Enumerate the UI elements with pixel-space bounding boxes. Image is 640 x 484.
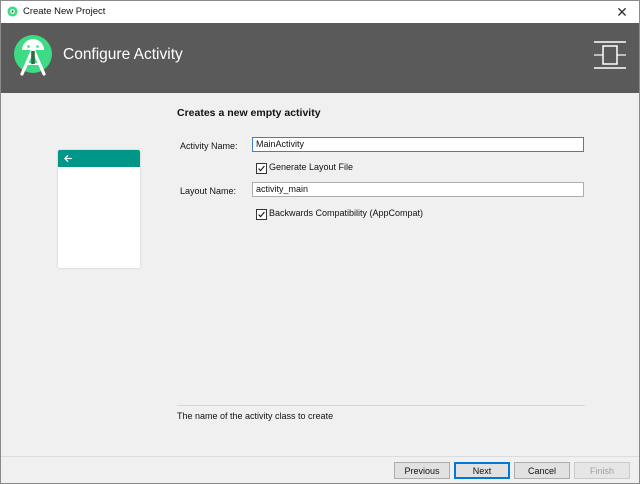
device-layout-icon	[594, 41, 626, 69]
cancel-button[interactable]: Cancel	[514, 462, 570, 479]
content-area: Creates a new empty activity Activity Na…	[1, 93, 639, 456]
finish-button[interactable]: Finish	[574, 462, 630, 479]
next-button[interactable]: Next	[454, 462, 510, 479]
window-title: Create New Project	[23, 6, 106, 17]
layout-name-label: Layout Name:	[180, 186, 237, 196]
preview-toolbar	[58, 150, 140, 167]
checkmark-icon	[258, 165, 265, 172]
activity-name-input[interactable]	[252, 137, 584, 152]
section-title: Creates a new empty activity	[177, 107, 321, 119]
backwards-compat-label: Backwards Compatibility (AppCompat)	[269, 208, 424, 218]
arrow-left-icon	[64, 154, 73, 163]
create-project-dialog: Create New Project ✕ Configure Activity	[0, 0, 640, 484]
field-hint: The name of the activity class to create	[177, 411, 334, 421]
divider	[177, 405, 585, 406]
activity-name-label: Activity Name:	[180, 141, 238, 151]
title-bar: Create New Project ✕	[1, 1, 639, 23]
close-button[interactable]: ✕	[613, 3, 631, 21]
layout-name-input[interactable]	[252, 182, 584, 197]
backwards-compat-checkbox[interactable]	[256, 209, 267, 220]
footer-bar: Previous Next Cancel Finish	[1, 456, 639, 483]
android-studio-logo-icon	[14, 35, 52, 76]
header-banner: Configure Activity	[1, 23, 639, 93]
previous-button[interactable]: Previous	[394, 462, 450, 479]
android-studio-app-icon	[7, 6, 18, 17]
checkmark-icon	[258, 211, 265, 218]
page-title: Configure Activity	[63, 46, 183, 63]
activity-preview	[58, 150, 140, 268]
generate-layout-checkbox[interactable]	[256, 163, 267, 174]
generate-layout-label: Generate Layout File	[269, 162, 354, 172]
